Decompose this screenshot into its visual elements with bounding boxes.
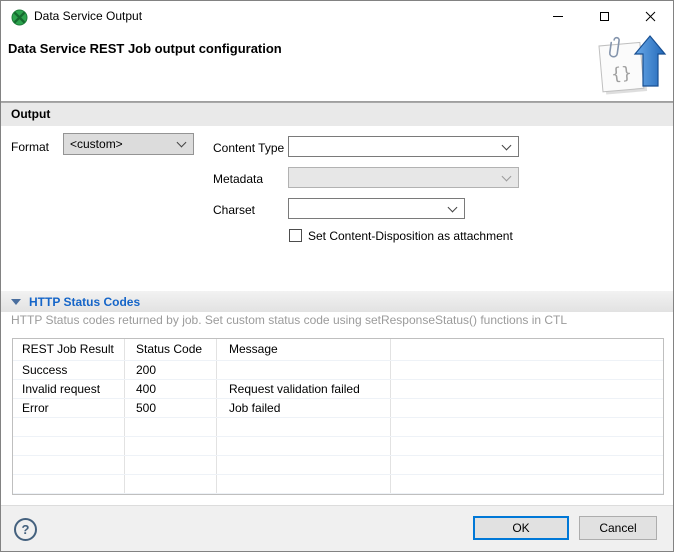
maximize-button[interactable] — [581, 1, 627, 32]
collapse-triangle-icon — [11, 299, 21, 305]
http-status-section-header[interactable]: HTTP Status Codes — [1, 291, 673, 312]
table-cell[interactable] — [217, 418, 391, 436]
minimize-button[interactable] — [535, 1, 581, 32]
table-cell[interactable] — [125, 456, 217, 474]
dialog-header: Data Service REST Job output configurati… — [1, 33, 673, 102]
status-table-empty-rows — [13, 418, 663, 494]
table-cell[interactable]: Invalid request — [13, 380, 125, 398]
window-title: Data Service Output — [34, 1, 142, 32]
window-controls — [535, 1, 673, 32]
table-header-row: REST Job Result Status Code Message — [13, 339, 663, 361]
table-cell[interactable] — [125, 475, 217, 493]
format-combo[interactable]: <custom> — [63, 133, 194, 155]
table-cell[interactable] — [391, 399, 663, 417]
metadata-label: Metadata — [213, 172, 263, 186]
table-cell[interactable] — [13, 418, 125, 436]
column-header-empty — [391, 339, 663, 360]
chevron-down-icon — [448, 202, 458, 212]
table-cell[interactable] — [13, 456, 125, 474]
table-cell[interactable]: Error — [13, 399, 125, 417]
attachment-checkbox-label: Set Content-Disposition as attachment — [308, 229, 513, 243]
close-icon — [645, 11, 656, 22]
cancel-button[interactable]: Cancel — [579, 516, 657, 540]
attachment-checkbox[interactable] — [289, 229, 302, 242]
column-header-status-code: Status Code — [125, 339, 217, 360]
table-cell[interactable] — [13, 437, 125, 455]
format-value: <custom> — [70, 137, 123, 151]
output-document-arrow-icon: {} — [597, 34, 667, 98]
dialog-title: Data Service REST Job output configurati… — [8, 41, 282, 56]
table-cell[interactable] — [391, 456, 663, 474]
column-header-message: Message — [217, 339, 391, 360]
table-cell[interactable]: Success — [13, 361, 125, 379]
table-cell[interactable]: 400 — [125, 380, 217, 398]
titlebar[interactable]: Data Service Output — [1, 1, 673, 33]
charset-label: Charset — [213, 203, 255, 217]
table-row-empty[interactable] — [13, 475, 663, 494]
close-button[interactable] — [627, 1, 673, 32]
table-row-error[interactable]: Error 500 Job failed — [13, 399, 663, 418]
content-type-combo[interactable] — [288, 136, 519, 157]
table-row-empty[interactable] — [13, 437, 663, 456]
table-cell[interactable] — [217, 437, 391, 455]
table-cell[interactable] — [217, 456, 391, 474]
table-cell[interactable] — [217, 361, 391, 379]
http-status-description: HTTP Status codes returned by job. Set c… — [11, 313, 567, 327]
table-row-empty[interactable] — [13, 418, 663, 437]
table-cell[interactable]: Request validation failed — [217, 380, 391, 398]
table-cell[interactable] — [391, 437, 663, 455]
svg-text:{}: {} — [610, 63, 632, 85]
dialog-footer: ? OK Cancel — [1, 505, 673, 552]
format-label: Format — [11, 140, 49, 154]
output-section-header: Output — [1, 102, 673, 126]
ok-button[interactable]: OK — [473, 516, 569, 540]
table-cell[interactable] — [391, 380, 663, 398]
table-cell[interactable] — [13, 475, 125, 493]
chevron-down-icon — [177, 138, 187, 148]
minimize-icon — [553, 16, 563, 17]
http-status-section-title: HTTP Status Codes — [29, 295, 140, 309]
table-row-empty[interactable] — [13, 456, 663, 475]
app-icon — [11, 9, 28, 26]
table-cell[interactable] — [125, 418, 217, 436]
table-cell[interactable] — [391, 418, 663, 436]
table-cell[interactable] — [391, 475, 663, 493]
table-cell[interactable]: 500 — [125, 399, 217, 417]
column-header-rest-job-result: REST Job Result — [13, 339, 125, 360]
metadata-combo[interactable] — [288, 167, 519, 188]
table-row-success[interactable]: Success 200 — [13, 361, 663, 380]
content-type-label: Content Type — [213, 141, 284, 155]
chevron-down-icon — [502, 140, 512, 150]
output-section-title: Output — [11, 107, 50, 121]
maximize-icon — [600, 12, 609, 21]
table-cell[interactable] — [125, 437, 217, 455]
table-cell[interactable] — [391, 361, 663, 379]
help-button[interactable]: ? — [14, 518, 37, 541]
dialog-window: Data Service Output Data Service REST Jo… — [0, 0, 674, 552]
table-cell[interactable]: 200 — [125, 361, 217, 379]
question-mark-icon: ? — [22, 522, 30, 537]
table-cell[interactable] — [217, 475, 391, 493]
table-row-invalid-request[interactable]: Invalid request 400 Request validation f… — [13, 380, 663, 399]
charset-combo[interactable] — [288, 198, 465, 219]
table-cell[interactable]: Job failed — [217, 399, 391, 417]
chevron-down-icon — [502, 171, 512, 181]
status-codes-table: REST Job Result Status Code Message Succ… — [12, 338, 664, 495]
